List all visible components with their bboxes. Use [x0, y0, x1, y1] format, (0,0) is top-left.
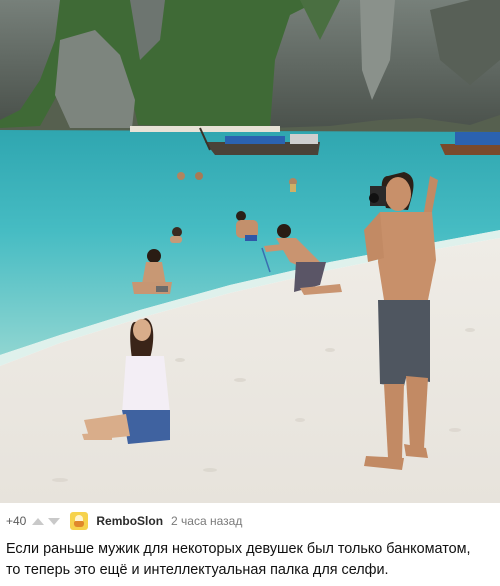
- comment-time: 2 часа назад: [171, 514, 243, 528]
- comment-username[interactable]: RemboSlon: [96, 514, 163, 528]
- triangle-down-icon[interactable]: [48, 517, 61, 525]
- comment-meta: +40 RemboSlon 2 часа назад: [6, 512, 243, 530]
- comment-text: Если раньше мужик для некоторых девушек …: [6, 539, 498, 581]
- comment-text-line-1: Если раньше мужик для некоторых девушек …: [6, 541, 471, 557]
- comment-score: +40: [6, 514, 27, 528]
- triangle-up-icon[interactable]: [32, 517, 45, 525]
- comment-text-line-2: то теперь это ещё и интеллектуальная пал…: [6, 562, 389, 578]
- beach-photo: [0, 0, 500, 503]
- comment-block: +40 RemboSlon 2 часа назад Если раньше м…: [0, 503, 500, 586]
- avatar-icon[interactable]: [70, 512, 89, 530]
